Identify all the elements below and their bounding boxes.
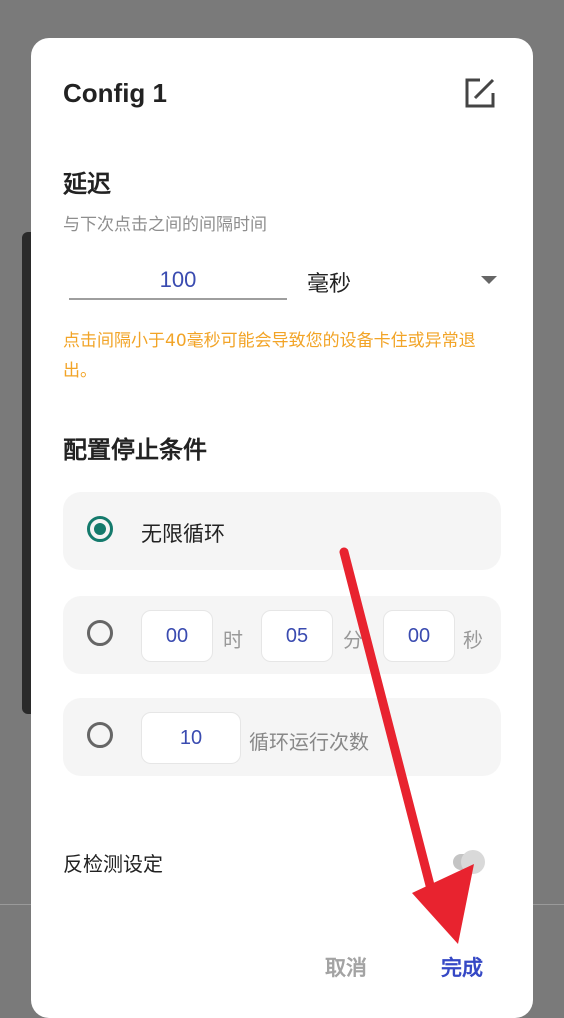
delay-unit-label: 毫秒 [307,272,352,297]
delay-subtitle: 与下次点击之间的间隔时间 [63,215,267,235]
loop-count-label: 循环运行次数 [249,730,369,754]
radio-loop-count[interactable] [87,722,113,748]
config-dialog: Config 1 延迟 与下次点击之间的间隔时间 毫秒 点击间隔小于40毫秒可能… [31,38,533,1018]
loop-count-input[interactable]: 10 [141,712,241,764]
anti-detect-label: 反检测设定 [63,852,163,876]
option-timer[interactable]: 00 时 05 分 00 秒 [63,596,501,674]
done-button[interactable]: 完成 [441,952,483,982]
hours-input[interactable]: 00 [141,610,213,662]
seconds-unit: 秒 [463,628,483,652]
delay-warning: 点击间隔小于40毫秒可能会导致您的设备卡住或异常退出。 [63,331,476,381]
infinite-loop-label: 无限循环 [141,522,225,546]
minutes-input[interactable]: 05 [261,610,333,662]
delay-heading: 延迟 [63,170,111,198]
seconds-input[interactable]: 00 [383,610,455,662]
minutes-unit: 分 [343,628,363,652]
delay-unit-dropdown[interactable]: 毫秒 [305,262,501,302]
anti-detect-toggle[interactable] [453,850,485,874]
cancel-button[interactable]: 取消 [325,952,367,982]
dialog-title: Config 1 [63,78,167,108]
delay-input[interactable] [69,262,287,300]
hours-unit: 时 [223,628,243,652]
option-infinite-loop[interactable]: 无限循环 [63,492,501,570]
toggle-thumb [461,850,485,874]
radio-infinite-loop[interactable] [87,516,113,542]
stop-condition-heading: 配置停止条件 [63,436,207,464]
edit-icon[interactable] [463,76,497,110]
radio-timer[interactable] [87,620,113,646]
option-loop-count[interactable]: 10 循环运行次数 [63,698,501,776]
dropdown-arrow-icon [481,276,497,284]
